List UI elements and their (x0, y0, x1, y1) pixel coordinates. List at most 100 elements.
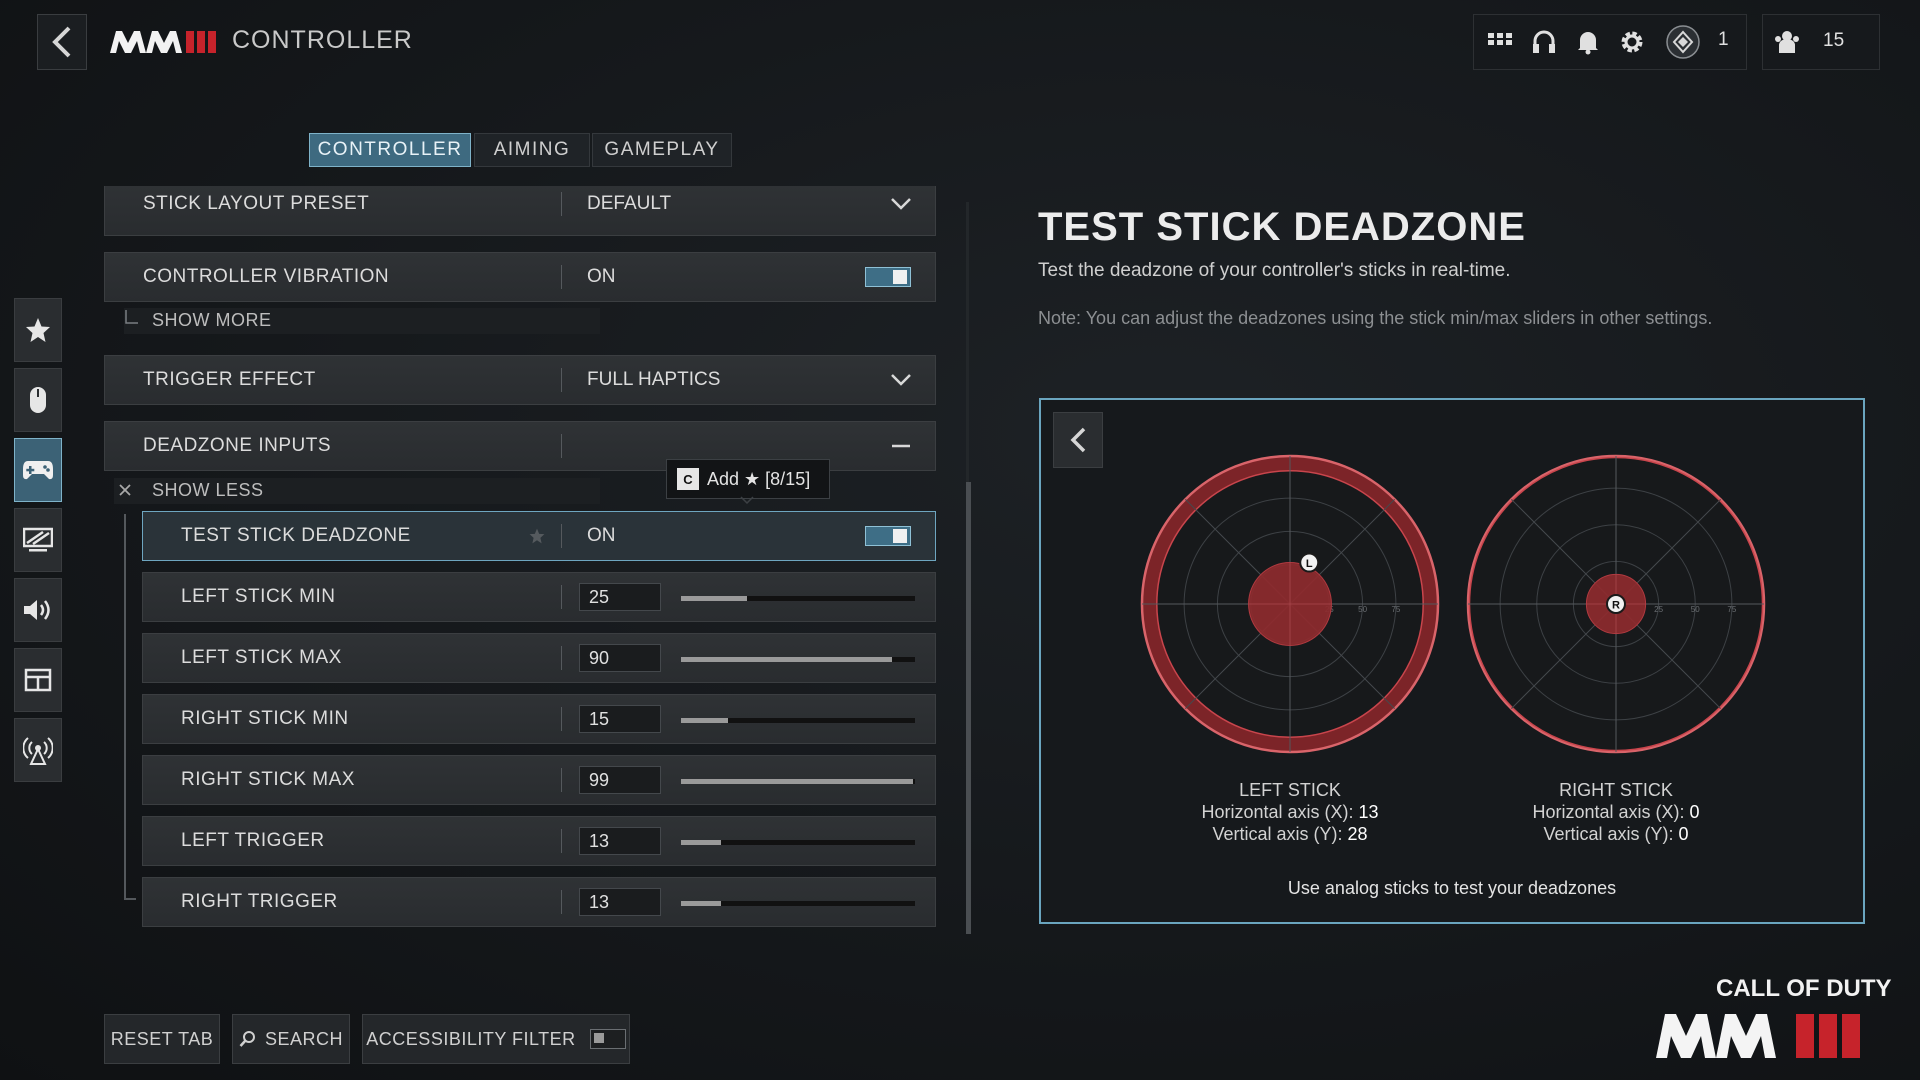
accessibility-filter-button[interactable]: ACCESSIBILITY FILTER (362, 1014, 630, 1064)
setting-value: ON (587, 525, 616, 546)
slider-fill (681, 901, 721, 906)
call-of-duty-mwiii-logo: CALL OF DUTY (1656, 975, 1892, 1058)
slider-track[interactable] (681, 718, 915, 723)
setting-label: LEFT STICK MAX (181, 647, 342, 668)
gear-icon[interactable] (1618, 28, 1646, 56)
notifications-count: 1 (1718, 29, 1729, 50)
bell-icon[interactable] (1574, 28, 1602, 56)
slider-value-input[interactable]: 13 (579, 888, 661, 916)
slider-fill (681, 779, 913, 784)
right-trigger-row[interactable]: RIGHT TRIGGER 13 (142, 877, 936, 927)
panel-description: Test the deadzone of your controller's s… (1038, 260, 1511, 281)
setting-label: RIGHT STICK MAX (181, 769, 355, 790)
right-stick-info: RIGHT STICK Horizontal axis (X): 0 Verti… (1456, 779, 1776, 845)
slider-track[interactable] (681, 596, 915, 601)
speaker-icon (24, 600, 50, 620)
stick-layout-preset-row[interactable]: STICK LAYOUT PRESET DEFAULT (104, 186, 936, 236)
show-less-button[interactable]: SHOW LESS (114, 478, 600, 504)
sidebar-item-graphics[interactable] (14, 508, 62, 572)
left-stick-ring-label-1: 50 (1358, 605, 1367, 614)
panel-back-button[interactable] (1053, 412, 1103, 468)
tooltip-text: Add ★ [8/15] (707, 468, 811, 489)
show-less-label: SHOW LESS (152, 480, 264, 500)
setting-value: FULL HAPTICS (587, 369, 721, 390)
test-stick-toggle[interactable] (865, 526, 911, 546)
star-icon (26, 318, 50, 342)
party-icon (1773, 28, 1801, 56)
sidebar-item-mouse[interactable] (14, 368, 62, 432)
search-label: SEARCH (264, 1028, 343, 1049)
controller-vibration-row[interactable]: CONTROLLER VIBRATION ON (104, 252, 936, 302)
setting-label: STICK LAYOUT PRESET (143, 193, 370, 214)
right-stick-name: RIGHT STICK (1559, 780, 1673, 800)
favorite-star-icon[interactable] (529, 528, 545, 544)
setting-label: TRIGGER EFFECT (143, 369, 316, 390)
add-favorite-tooltip: C Add ★ [8/15] (666, 459, 830, 499)
left-stick-visual: 255075L (1140, 454, 1440, 754)
back-button[interactable] (37, 14, 87, 70)
gamepad-icon (23, 461, 53, 480)
party-button[interactable]: 15 (1762, 14, 1880, 70)
slider-fill (681, 718, 728, 723)
display-icon (23, 527, 53, 552)
sidebar-item-favorites[interactable] (14, 298, 62, 362)
sidebar-item-network[interactable] (14, 718, 62, 782)
setting-label: LEFT STICK MIN (181, 586, 336, 607)
tab-controller[interactable]: CONTROLLER (309, 133, 471, 167)
right-stick-ring-label-1: 50 (1691, 605, 1700, 614)
chevron-down-icon (891, 374, 911, 386)
slider-track[interactable] (681, 657, 915, 662)
show-more-button[interactable]: SHOW MORE (124, 308, 600, 334)
mouse-icon (30, 387, 46, 413)
headset-icon[interactable] (1530, 28, 1558, 56)
search-icon (239, 1031, 255, 1047)
slider-value-input[interactable]: 25 (579, 583, 661, 611)
chevron-left-icon (1070, 427, 1086, 453)
right-stick-max-row[interactable]: RIGHT STICK MAX 99 (142, 755, 936, 805)
accessibility-label: ACCESSIBILITY FILTER (366, 1028, 576, 1049)
slider-value-input[interactable]: 15 (579, 705, 661, 733)
setting-value: ON (587, 266, 616, 287)
slider-track[interactable] (681, 840, 915, 845)
tooltip-pointer (740, 496, 754, 504)
left-trigger-row[interactable]: LEFT TRIGGER 13 (142, 816, 936, 866)
test-stick-deadzone-row[interactable]: TEST STICK DEADZONE ON (142, 511, 936, 561)
right-stick-ring-label-2: 75 (1727, 605, 1736, 614)
right-stick-min-row[interactable]: RIGHT STICK MIN 15 (142, 694, 936, 744)
slider-value-input[interactable]: 13 (579, 827, 661, 855)
left-stick-min-row[interactable]: LEFT STICK MIN 25 (142, 572, 936, 622)
slider-track[interactable] (681, 779, 915, 784)
show-more-label: SHOW MORE (152, 310, 272, 330)
reset-tab-button[interactable]: RESET TAB (104, 1014, 220, 1064)
left-stick-max-row[interactable]: LEFT STICK MAX 90 (142, 633, 936, 683)
tree-line-end (124, 898, 136, 900)
slider-value-input[interactable]: 99 (579, 766, 661, 794)
left-stick-stick-marker: L (1299, 552, 1320, 573)
sidebar-item-audio[interactable] (14, 578, 62, 642)
vibration-toggle[interactable] (865, 267, 911, 287)
grid-menu-icon[interactable] (1486, 28, 1514, 56)
party-count: 15 (1823, 30, 1845, 51)
accessibility-toggle[interactable] (589, 1029, 626, 1049)
search-button[interactable]: SEARCH (232, 1014, 350, 1064)
panel-footer: Use analog sticks to test your deadzones (1287, 878, 1617, 898)
tab-gameplay[interactable]: GAMEPLAY (592, 133, 732, 167)
interface-icon (24, 668, 52, 692)
panel-title: TEST STICK DEADZONE (1038, 205, 1526, 249)
tab-aiming[interactable]: AIMING (474, 133, 590, 167)
sidebar-item-interface[interactable] (14, 648, 62, 712)
trigger-effect-row[interactable]: TRIGGER EFFECT FULL HAPTICS (104, 355, 936, 405)
sidebar-item-controller[interactable] (14, 438, 62, 502)
slider-fill (681, 657, 892, 662)
slider-fill (681, 840, 721, 845)
left-h-label: Horizontal axis (X): (1201, 802, 1354, 822)
slider-value-input[interactable]: 90 (579, 644, 661, 672)
slider-track[interactable] (681, 901, 915, 906)
svg-text:L: L (1306, 558, 1313, 570)
rank-icon[interactable] (1664, 23, 1702, 61)
right-stick-stick-marker: R (1606, 594, 1626, 614)
right-h-value: 0 (1689, 802, 1700, 822)
left-stick-ring-label-2: 75 (1391, 605, 1400, 614)
scrollbar-thumb[interactable] (966, 482, 971, 934)
collapse-icon (892, 444, 910, 448)
